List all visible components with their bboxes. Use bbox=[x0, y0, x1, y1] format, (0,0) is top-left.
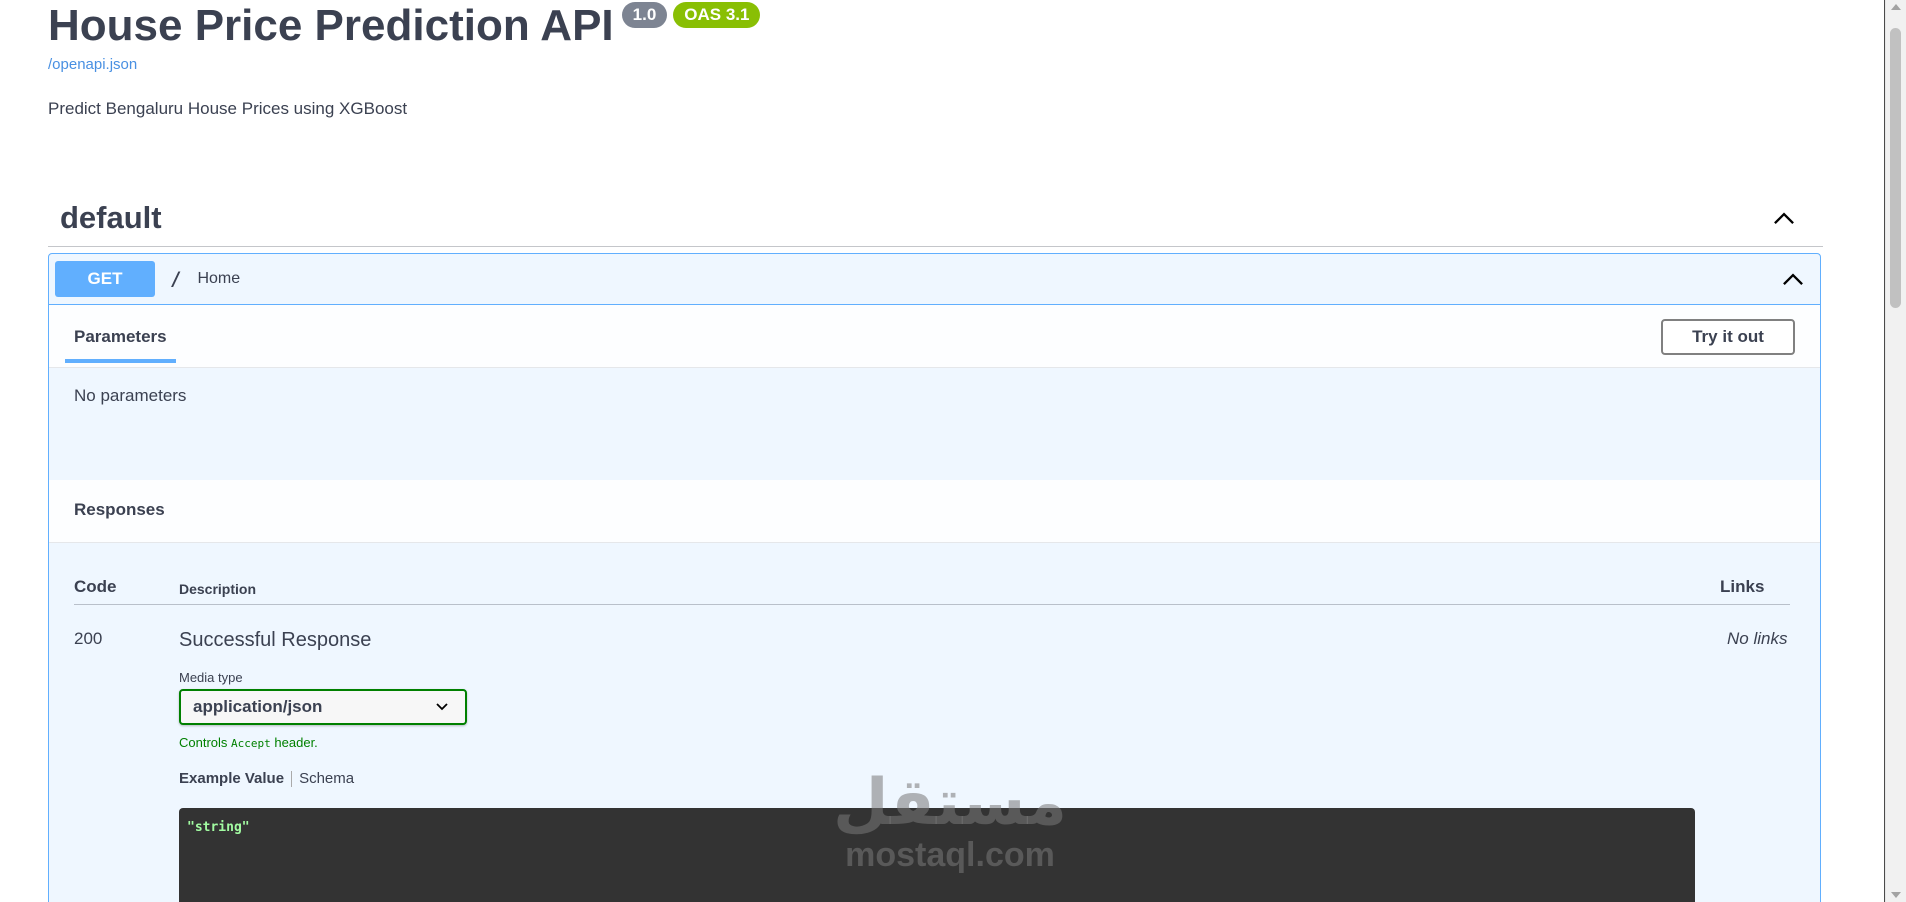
response-description: Successful Response bbox=[179, 629, 372, 651]
operation-get-home: GET / Home Parameters Try it out No para… bbox=[48, 253, 1821, 902]
responses-header: Responses bbox=[49, 480, 1820, 543]
responses-title: Responses bbox=[74, 500, 165, 519]
responses-table-header: Code Description Links bbox=[74, 577, 1790, 605]
example-tabs: Example Value Schema bbox=[179, 770, 354, 787]
response-links: No links bbox=[1727, 629, 1788, 648]
col-links: Links bbox=[1720, 577, 1765, 596]
chevron-up-icon[interactable] bbox=[1771, 205, 1797, 231]
operation-summary-text: Home bbox=[197, 270, 241, 287]
operation-summary[interactable]: GET / Home bbox=[49, 254, 1820, 305]
method-badge: GET bbox=[55, 261, 155, 297]
no-parameters-text: No parameters bbox=[74, 386, 187, 405]
scroll-up-arrow-icon[interactable] bbox=[1891, 4, 1901, 10]
media-type-select[interactable]: application/json bbox=[179, 689, 467, 725]
tab-parameters[interactable]: Parameters bbox=[65, 321, 176, 363]
controls-suffix: header. bbox=[274, 735, 318, 750]
controls-prefix: Controls bbox=[179, 735, 228, 750]
response-code: 200 bbox=[74, 629, 103, 648]
example-code-block: "string" bbox=[179, 808, 1695, 902]
api-title: House Price Prediction API bbox=[48, 1, 614, 50]
scrollbar-thumb[interactable] bbox=[1890, 28, 1901, 308]
tab-example-value[interactable]: Example Value bbox=[179, 770, 284, 787]
media-type-value: application/json bbox=[193, 697, 323, 716]
controls-accept-note: Controls Accept header. bbox=[179, 735, 318, 750]
api-description: Predict Bengaluru House Prices using XGB… bbox=[48, 99, 408, 118]
controls-code: Accept bbox=[231, 737, 271, 750]
parameters-header: Parameters Try it out bbox=[49, 305, 1820, 368]
oas-badge: OAS 3.1 bbox=[673, 2, 761, 28]
tab-schema[interactable]: Schema bbox=[299, 770, 354, 787]
swagger-page: House Price Prediction API 1.0 OAS 3.1 /… bbox=[0, 0, 1906, 902]
media-type-label: Media type bbox=[179, 670, 243, 685]
tag-name: default bbox=[60, 200, 162, 235]
openapi-json-link[interactable]: /openapi.json bbox=[48, 56, 1823, 73]
title-row: House Price Prediction API 1.0 OAS 3.1 bbox=[48, 0, 1823, 52]
try-it-out-button[interactable]: Try it out bbox=[1661, 319, 1795, 355]
col-description: Description bbox=[179, 581, 257, 597]
chevron-up-icon[interactable] bbox=[1780, 266, 1806, 292]
tag-section-default[interactable]: default bbox=[48, 190, 1823, 247]
scroll-down-arrow-icon[interactable] bbox=[1891, 892, 1901, 898]
operation-path: / bbox=[170, 268, 182, 290]
main-content: House Price Prediction API 1.0 OAS 3.1 /… bbox=[48, 0, 1823, 902]
parameters-body: No parameters bbox=[49, 368, 1820, 480]
tab-divider bbox=[291, 770, 293, 787]
version-badge: 1.0 bbox=[621, 2, 668, 28]
vertical-scrollbar[interactable] bbox=[1885, 0, 1906, 902]
col-code: Code bbox=[74, 577, 117, 596]
example-code: "string" bbox=[187, 820, 250, 835]
chevron-down-icon bbox=[436, 703, 448, 711]
